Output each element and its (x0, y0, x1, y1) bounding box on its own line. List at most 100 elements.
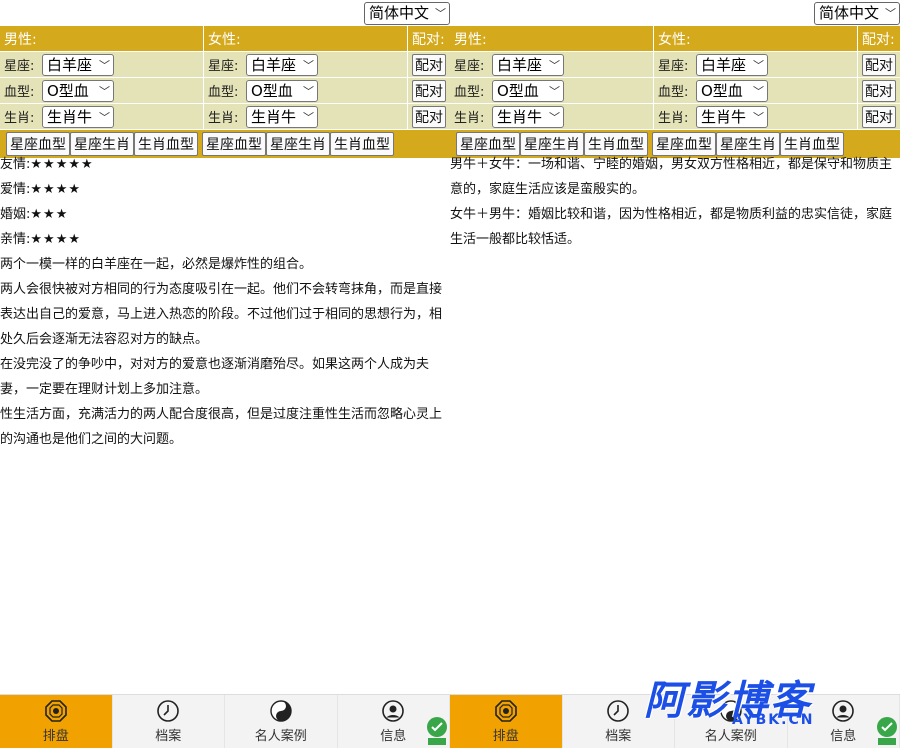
result-paragraph: 两人会很快被对方相同的行为态度吸引在一起。他们不会转弯抹角，而是直接表达出自己的… (0, 282, 443, 347)
match-form: 男性: 女性: 配对: 星座: 白羊座 ﹀ 星座: 白羊座 ﹀ 配对 血型: O… (450, 26, 900, 158)
language-select-value: 简体中文 (369, 4, 430, 22)
chevron-down-icon: ﹀ (549, 58, 560, 72)
match-form: 男性: 女性: 配对: 星座: 白羊座 ﹀ 星座: 白羊座 ﹀ 配对 血型: O… (0, 26, 450, 158)
male-zodiac-select[interactable]: 生肖牛 ﹀ (42, 105, 114, 128)
female-header: 女性: (204, 26, 408, 51)
blood-row: 血型: O型血 ﹀ 血型: O型血 ﹀ 配对 (450, 78, 900, 104)
nav-label: 名人案例 (254, 729, 307, 744)
pair-sign-button[interactable]: 配对 (412, 53, 446, 76)
result-paragraph: 两个一模一样的白羊座在一起，必然是爆炸性的组合。 (0, 257, 313, 272)
chevron-down-icon: ﹀ (753, 84, 764, 98)
clock-icon (606, 699, 630, 723)
male-zodiac-label: 生肖: (4, 111, 35, 126)
nav-paipan[interactable]: 排盘 (0, 695, 113, 748)
pair-header: 配对: (858, 26, 900, 51)
bagua-icon (494, 699, 518, 723)
chevron-down-icon: ﹀ (435, 7, 446, 20)
female-blood-select[interactable]: O型血 ﹀ (246, 79, 318, 102)
chevron-down-icon: ﹀ (99, 84, 110, 98)
male-blood-label: 血型: (4, 85, 35, 100)
chevron-down-icon: ﹀ (99, 58, 110, 72)
female-sign-select[interactable]: 白羊座 ﹀ (696, 53, 768, 76)
male-sign-select[interactable]: 白羊座 ﹀ (42, 53, 114, 76)
nav-celebrity[interactable]: 名人案例 (225, 695, 338, 748)
sign-row: 星座: 白羊座 ﹀ 星座: 白羊座 ﹀ 配对 (450, 52, 900, 78)
sign-row: 星座: 白羊座 ﹀ 星座: 白羊座 ﹀ 配对 (0, 52, 450, 78)
nav-label: 排盘 (42, 729, 69, 744)
pair-zodiac-button[interactable]: 配对 (862, 105, 896, 128)
match-result: 男牛＋女牛：一场和谐、宁睦的婚姻，男女双方性格相近，都是保守和物质主意的，家庭生… (450, 152, 898, 252)
male-header: 男性: (450, 26, 654, 51)
rating-love: 爱情:★★★★ (0, 182, 82, 197)
result-paragraph: 女牛＋男牛：婚姻比较和谐，因为性格相近，都是物质利益的忠实信徒，家庭生活一般都比… (450, 207, 893, 247)
nav-label: 信息 (380, 729, 407, 744)
pair-blood-button[interactable]: 配对 (412, 79, 446, 102)
chevron-down-icon: ﹀ (549, 84, 560, 98)
nav-paipan[interactable]: 排盘 (450, 695, 563, 748)
chevron-down-icon: ﹀ (99, 110, 110, 124)
rating-marriage: 婚姻:★★★ (0, 207, 69, 222)
form-header: 男性: 女性: 配对: (0, 26, 450, 52)
female-sign-select[interactable]: 白羊座 ﹀ (246, 53, 318, 76)
form-header: 男性: 女性: 配对: (450, 26, 900, 52)
language-select[interactable]: 简体中文 ﹀ (814, 2, 900, 25)
match-result: 友情:★★★★★ 爱情:★★★★ 婚姻:★★★ 亲情:★★★★ 两个一模一样的白… (0, 152, 448, 452)
female-blood-label: 血型: (658, 85, 689, 100)
pair-header: 配对: (408, 26, 450, 51)
rating-friendship: 友情:★★★★★ (0, 157, 94, 172)
female-blood-label: 血型: (208, 85, 239, 100)
left-panel: 简体中文 ﹀ 男性: 女性: 配对: 星座: 白羊座 ﹀ 星座: 白羊座 ﹀ 配对 (0, 0, 450, 748)
chevron-down-icon: ﹀ (753, 58, 764, 72)
chevron-down-icon: ﹀ (303, 58, 314, 72)
male-zodiac-select[interactable]: 生肖牛 ﹀ (492, 105, 564, 128)
watermark-logo: 阿影博客 AYBK.CN (644, 668, 884, 728)
male-blood-label: 血型: (454, 85, 485, 100)
female-sign-label: 星座: (658, 59, 689, 74)
language-select-value: 简体中文 (819, 4, 880, 22)
yin-yang-icon (269, 699, 293, 723)
result-paragraph: 男牛＋女牛：一场和谐、宁睦的婚姻，男女双方性格相近，都是保守和物质主意的，家庭生… (450, 157, 893, 197)
female-sign-label: 星座: (208, 59, 239, 74)
nav-label: 档案 (605, 729, 632, 744)
bottom-nav: 排盘 档案 名人案例 信息 (0, 694, 450, 748)
clock-icon (156, 699, 180, 723)
female-header: 女性: (654, 26, 858, 51)
pair-zodiac-button[interactable]: 配对 (412, 105, 446, 128)
female-zodiac-label: 生肖: (658, 111, 689, 126)
male-blood-select[interactable]: O型血 ﹀ (42, 79, 114, 102)
pair-blood-button[interactable]: 配对 (862, 79, 896, 102)
male-sign-label: 星座: (4, 59, 35, 74)
zodiac-row: 生肖: 生肖牛 ﹀ 生肖: 生肖牛 ﹀ 配对 (0, 104, 450, 130)
security-badge-icon (426, 716, 448, 746)
watermark-url: AYBK.CN (732, 712, 815, 728)
male-blood-select[interactable]: O型血 ﹀ (492, 79, 564, 102)
zodiac-row: 生肖: 生肖牛 ﹀ 生肖: 生肖牛 ﹀ 配对 (450, 104, 900, 130)
chevron-down-icon: ﹀ (549, 110, 560, 124)
pair-sign-button[interactable]: 配对 (862, 53, 896, 76)
language-select[interactable]: 简体中文 ﹀ (364, 2, 450, 25)
bagua-icon (44, 699, 68, 723)
blood-row: 血型: O型血 ﹀ 血型: O型血 ﹀ 配对 (0, 78, 450, 104)
top-bar: 简体中文 ﹀ (450, 0, 900, 26)
user-icon (381, 699, 405, 723)
female-blood-select[interactable]: O型血 ﹀ (696, 79, 768, 102)
right-panel: 简体中文 ﹀ 男性: 女性: 配对: 星座: 白羊座 ﹀ 星座: 白羊座 ﹀ 配对 (450, 0, 900, 748)
female-zodiac-select[interactable]: 生肖牛 ﹀ (246, 105, 318, 128)
male-sign-label: 星座: (454, 59, 485, 74)
rating-family: 亲情:★★★★ (0, 232, 82, 247)
nav-label: 档案 (155, 729, 182, 744)
male-sign-select[interactable]: 白羊座 ﹀ (492, 53, 564, 76)
nav-archive[interactable]: 档案 (113, 695, 225, 748)
result-paragraph: 在没完没了的争吵中，对对方的爱意也逐渐消磨殆尽。如果这两个人成为夫妻，一定要在理… (0, 357, 430, 397)
chevron-down-icon: ﹀ (885, 7, 896, 20)
male-zodiac-label: 生肖: (454, 111, 485, 126)
result-paragraph: 性生活方面，充满活力的两人配合度很高，但是过度注重性生活而忽略心灵上的沟通也是他… (0, 407, 443, 447)
female-zodiac-select[interactable]: 生肖牛 ﹀ (696, 105, 768, 128)
female-zodiac-label: 生肖: (208, 111, 239, 126)
chevron-down-icon: ﹀ (753, 110, 764, 124)
male-header: 男性: (0, 26, 204, 51)
chevron-down-icon: ﹀ (303, 84, 314, 98)
nav-label: 排盘 (492, 729, 519, 744)
chevron-down-icon: ﹀ (303, 110, 314, 124)
top-bar: 简体中文 ﹀ (0, 0, 450, 26)
